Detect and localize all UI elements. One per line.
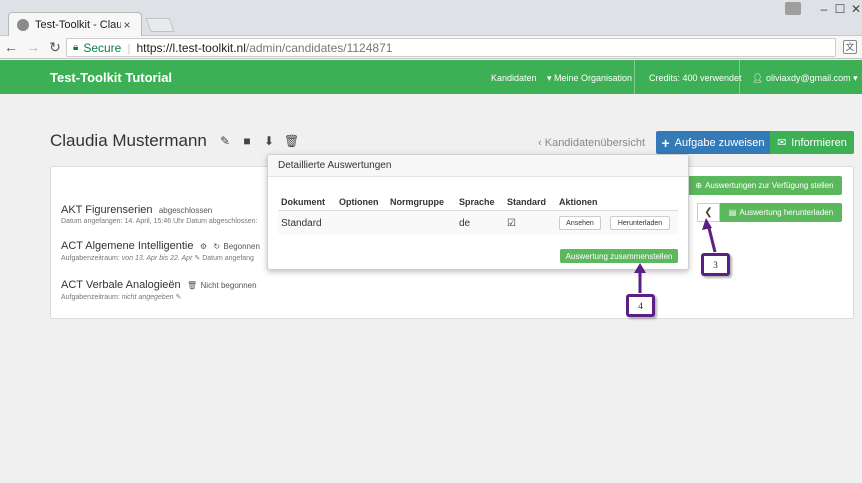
arrow-step4-head (634, 263, 646, 273)
callout-step-4: 4 (626, 294, 655, 317)
arrow-step3-head (702, 218, 712, 230)
callout-step-3: 3 (701, 253, 730, 276)
annotation-arrows (634, 218, 717, 293)
